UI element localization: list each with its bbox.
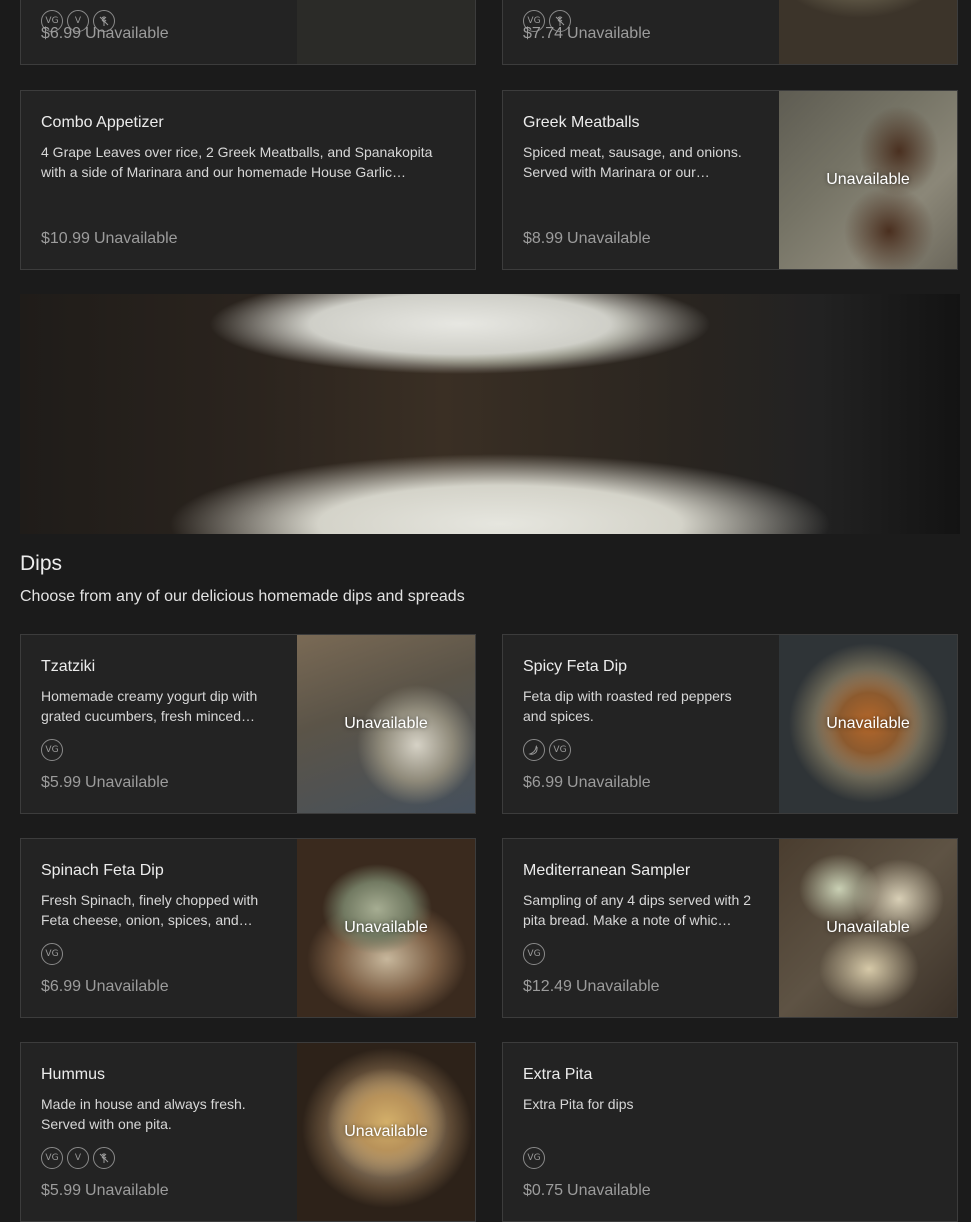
vegetarian-icon: VG xyxy=(41,1147,63,1169)
item-title: Mediterranean Sampler xyxy=(523,862,691,879)
item-image xyxy=(779,0,957,64)
item-title: Extra Pita xyxy=(523,1066,593,1083)
item-image: Unavailable xyxy=(297,839,475,1017)
item-price: $6.99 Unavailable xyxy=(523,774,651,791)
item-title: Spicy Feta Dip xyxy=(523,658,628,675)
card-body: VG $7.74 Unavailable xyxy=(523,0,757,64)
item-price: $5.99 Unavailable xyxy=(41,1182,169,1199)
menu-item-card[interactable]: Combo Appetizer 4 Grape Leaves over rice… xyxy=(20,90,476,270)
item-description: Spiced meat, sausage, and onions. Served… xyxy=(523,144,742,180)
item-image: Unavailable xyxy=(297,635,475,813)
item-price: $5.99 Unavailable xyxy=(41,774,169,791)
card-body: Spicy Feta Dip Feta dip with roasted red… xyxy=(523,657,757,813)
item-price: $7.74 Unavailable xyxy=(523,25,651,42)
card-body: VG V $6.99 Unavailable xyxy=(41,0,275,64)
menu-item-card[interactable]: Spicy Feta Dip Feta dip with roasted red… xyxy=(502,634,958,814)
item-price: $6.99 Unavailable xyxy=(41,978,169,995)
item-title: Hummus xyxy=(41,1066,106,1083)
item-description: 4 Grape Leaves over rice, 2 Greek Meatba… xyxy=(41,144,433,180)
vegan-icon: V xyxy=(67,1147,89,1169)
item-price: $12.49 Unavailable xyxy=(523,978,660,995)
vegetarian-icon: VG xyxy=(41,739,63,761)
menu-item-card[interactable]: Mediterranean Sampler Sampling of any 4 … xyxy=(502,838,958,1018)
unavailable-overlay: Unavailable xyxy=(344,715,428,732)
item-description: Fresh Spinach, finely chopped with Feta … xyxy=(41,892,259,928)
diet-icons: VG xyxy=(523,1147,545,1169)
unavailable-overlay: Unavailable xyxy=(826,171,910,188)
menu-item-card[interactable]: VG V $6.99 Unavailable xyxy=(20,0,476,65)
card-body: Tzatziki Homemade creamy yogurt dip with… xyxy=(41,657,275,813)
section-subtitle: Choose from any of our delicious homemad… xyxy=(20,588,465,605)
vegetarian-icon: VG xyxy=(41,943,63,965)
section-title: Dips xyxy=(20,552,63,575)
menu-item-card[interactable]: Extra Pita Extra Pita for dips VG $0.75 U… xyxy=(502,1042,958,1222)
item-price: $0.75 Unavailable xyxy=(523,1182,651,1199)
item-description: Sampling of any 4 dips served with 2 pit… xyxy=(523,892,752,928)
item-image: Unavailable xyxy=(779,635,957,813)
menu-item-card[interactable]: Spinach Feta Dip Fresh Spinach, finely c… xyxy=(20,838,476,1018)
item-price: $10.99 Unavailable xyxy=(41,230,178,247)
unavailable-overlay: Unavailable xyxy=(826,715,910,732)
item-title: Greek Meatballs xyxy=(523,114,640,131)
section-banner-image xyxy=(20,294,960,534)
item-image xyxy=(297,0,475,64)
item-price: $8.99 Unavailable xyxy=(523,230,651,247)
menu-item-card[interactable]: Hummus Made in house and always fresh. S… xyxy=(20,1042,476,1222)
item-description: Feta dip with roasted red peppers and sp… xyxy=(523,688,732,724)
card-body: Extra Pita Extra Pita for dips VG $0.75 U… xyxy=(523,1065,937,1221)
spicy-icon xyxy=(523,739,545,761)
item-description: Homemade creamy yogurt dip with grated c… xyxy=(41,688,258,724)
diet-icons: VG xyxy=(41,943,63,965)
item-title: Combo Appetizer xyxy=(41,114,164,131)
card-body: Hummus Made in house and always fresh. S… xyxy=(41,1065,275,1221)
unavailable-overlay: Unavailable xyxy=(344,1123,428,1140)
item-image: Unavailable xyxy=(297,1043,475,1221)
menu-item-card[interactable]: VG $7.74 Unavailable xyxy=(502,0,958,65)
card-body: Combo Appetizer 4 Grape Leaves over rice… xyxy=(41,113,455,269)
item-image: Unavailable xyxy=(779,91,957,269)
diet-icons: VG V xyxy=(41,1147,115,1169)
vegetarian-icon: VG xyxy=(523,943,545,965)
gluten-free-icon xyxy=(93,1147,115,1169)
item-description: Extra Pita for dips xyxy=(523,1096,634,1112)
diet-icons: VG xyxy=(523,943,545,965)
item-description: Made in house and always fresh. Served w… xyxy=(41,1096,246,1132)
unavailable-overlay: Unavailable xyxy=(826,919,910,936)
card-body: Greek Meatballs Spiced meat, sausage, an… xyxy=(523,113,757,269)
item-title: Tzatziki xyxy=(41,658,96,675)
diet-icons: VG xyxy=(41,739,63,761)
item-price: $6.99 Unavailable xyxy=(41,25,169,42)
vegetarian-icon: VG xyxy=(523,1147,545,1169)
diet-icons: VG xyxy=(523,739,571,761)
menu-item-card[interactable]: Tzatziki Homemade creamy yogurt dip with… xyxy=(20,634,476,814)
item-title: Spinach Feta Dip xyxy=(41,862,164,879)
unavailable-overlay: Unavailable xyxy=(344,919,428,936)
card-body: Mediterranean Sampler Sampling of any 4 … xyxy=(523,861,757,1017)
menu-item-card[interactable]: Greek Meatballs Spiced meat, sausage, an… xyxy=(502,90,958,270)
card-body: Spinach Feta Dip Fresh Spinach, finely c… xyxy=(41,861,275,1017)
item-image: Unavailable xyxy=(779,839,957,1017)
vegetarian-icon: VG xyxy=(549,739,571,761)
